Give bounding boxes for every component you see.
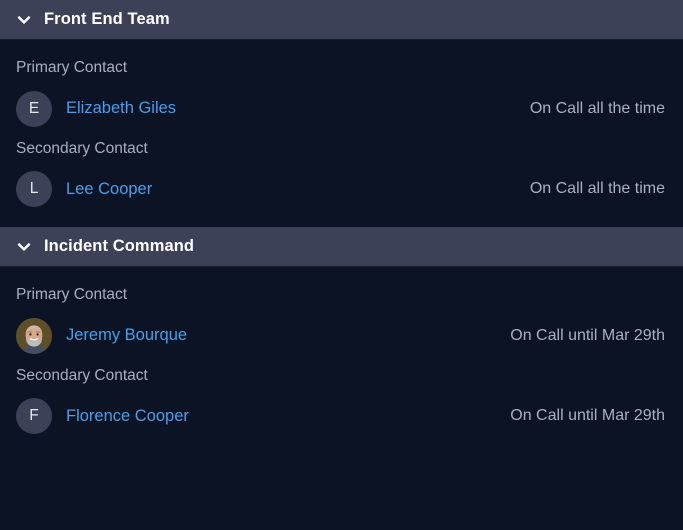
on-call-status: On Call until Mar 29th: [510, 327, 665, 345]
section-header-incident-command[interactable]: Incident Command: [0, 227, 683, 267]
avatar: L: [16, 171, 52, 207]
section-title: Incident Command: [44, 238, 194, 255]
section-body: Primary Contact E Elizabeth Giles On Cal…: [0, 40, 683, 227]
contact-name-link[interactable]: Elizabeth Giles: [66, 99, 176, 118]
on-call-schedule-panel: Front End Team Primary Contact E Elizabe…: [0, 0, 683, 454]
contact-row: Jeremy Bourque On Call until Mar 29th: [0, 312, 683, 360]
section-header-front-end-team[interactable]: Front End Team: [0, 0, 683, 40]
contact-role-label: Secondary Contact: [0, 133, 683, 166]
contact-role-label: Primary Contact: [0, 279, 683, 312]
avatar-photo: [16, 318, 52, 354]
contact-row: E Elizabeth Giles On Call all the time: [0, 85, 683, 133]
contact-role-label: Secondary Contact: [0, 360, 683, 393]
contact-name-link[interactable]: Florence Cooper: [66, 407, 189, 426]
team-section: Front End Team Primary Contact E Elizabe…: [0, 0, 683, 227]
section-body: Primary Contact: [0, 267, 683, 454]
contact-row: L Lee Cooper On Call all the time: [0, 165, 683, 213]
on-call-status: On Call until Mar 29th: [510, 407, 665, 425]
contact-name-link[interactable]: Lee Cooper: [66, 180, 152, 199]
team-section: Incident Command Primary Contact: [0, 227, 683, 454]
contact-name-link[interactable]: Jeremy Bourque: [66, 326, 187, 345]
chevron-down-icon[interactable]: [14, 237, 34, 257]
avatar: E: [16, 91, 52, 127]
on-call-status: On Call all the time: [530, 100, 665, 118]
section-title: Front End Team: [44, 11, 170, 28]
avatar: F: [16, 398, 52, 434]
contact-row: F Florence Cooper On Call until Mar 29th: [0, 392, 683, 440]
on-call-status: On Call all the time: [530, 180, 665, 198]
chevron-down-icon[interactable]: [14, 10, 34, 30]
contact-role-label: Primary Contact: [0, 52, 683, 85]
